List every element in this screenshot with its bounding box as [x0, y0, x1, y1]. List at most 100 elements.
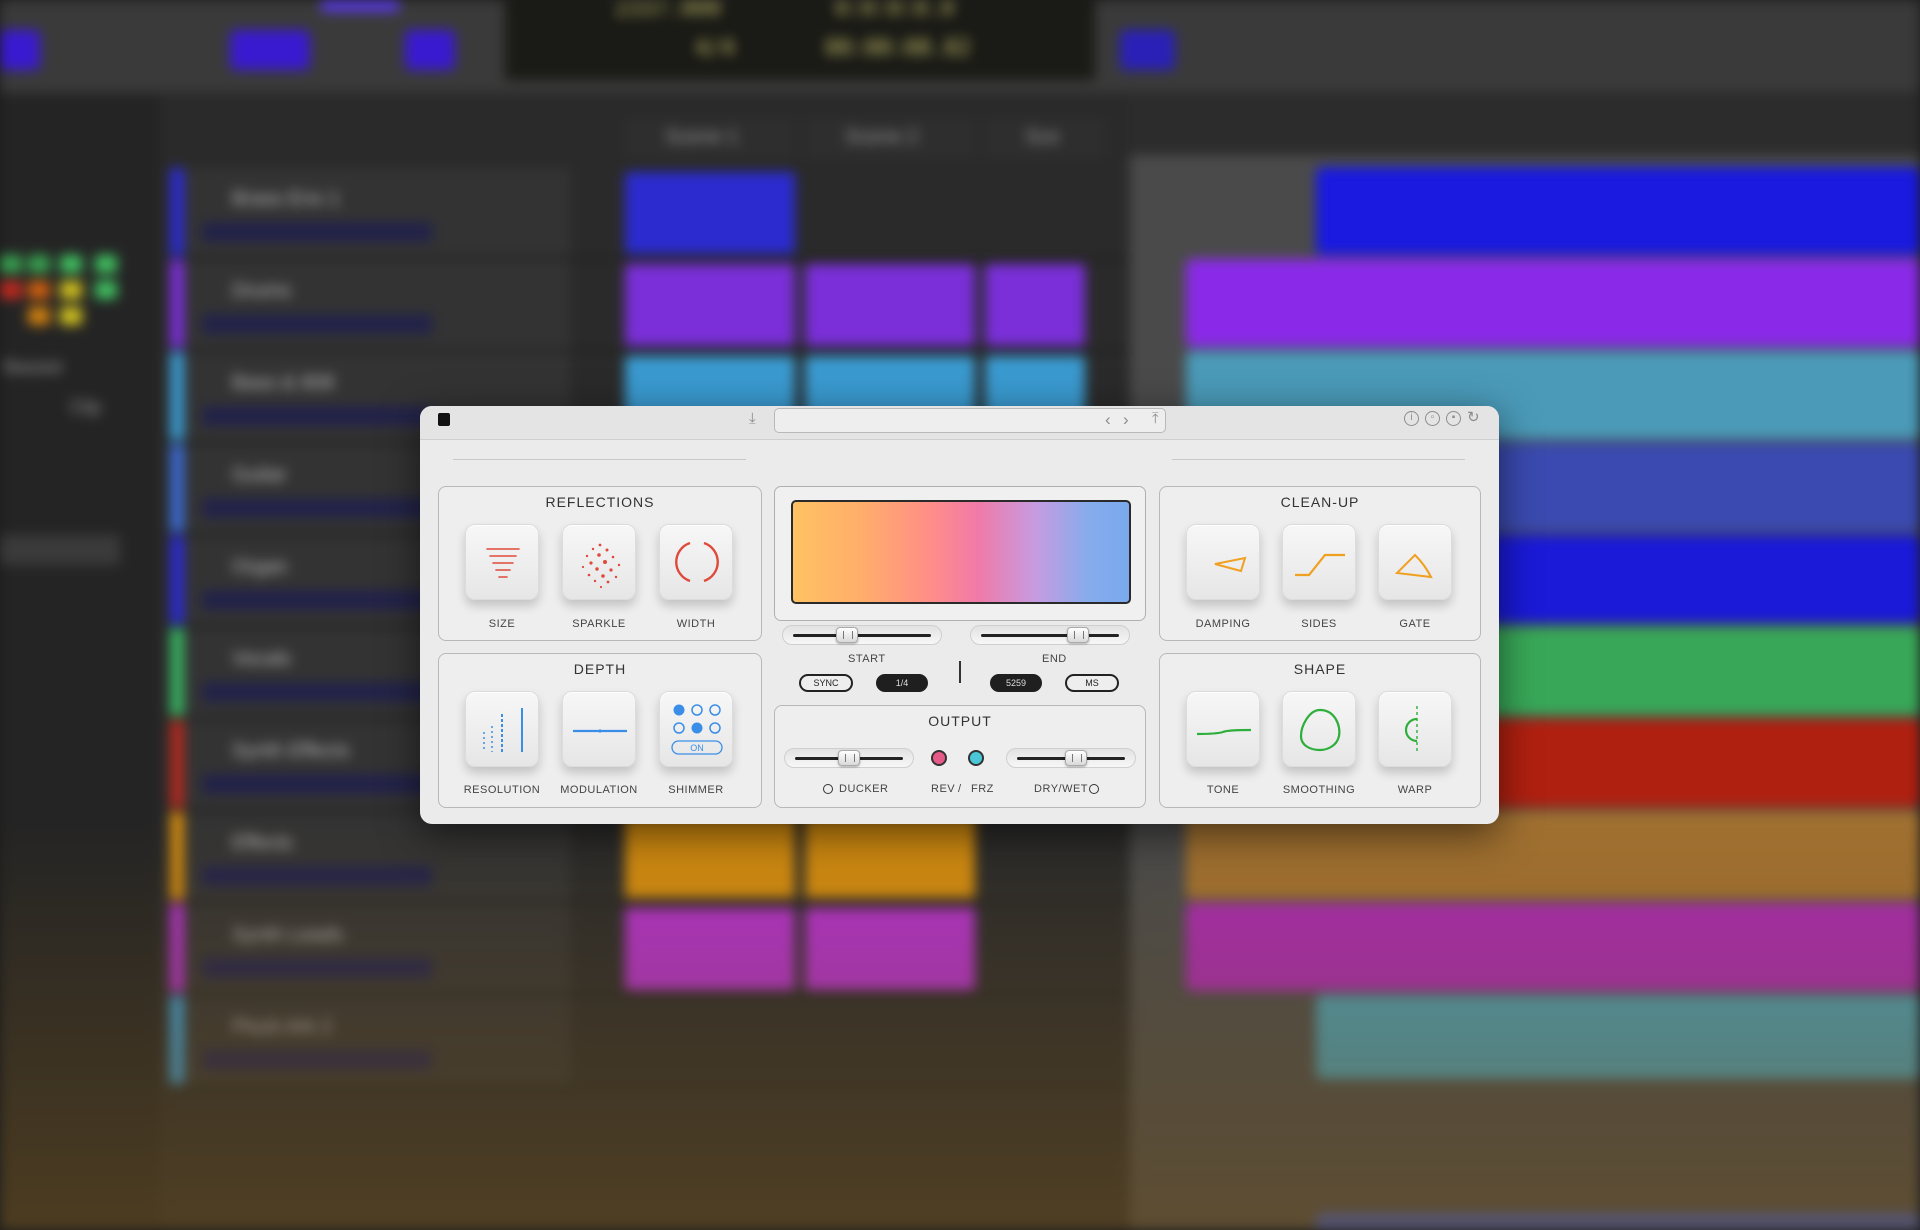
close-icon[interactable] [438, 413, 450, 426]
size-button[interactable] [465, 524, 539, 600]
browser-row[interactable] [0, 535, 120, 565]
sparkle-dot [599, 585, 603, 589]
panel-title: CLEAN-UP [1280, 494, 1360, 510]
size-label: SIZE [488, 618, 516, 630]
start-slider[interactable] [782, 625, 942, 645]
color-swatch[interactable] [60, 307, 82, 325]
ducker-slider-thumb[interactable] [838, 750, 860, 766]
resolution-lines-icon [483, 708, 523, 752]
shimmer-dots-icon: ON [671, 704, 723, 755]
daw-toolbar-button[interactable] [1120, 30, 1175, 70]
daw-toolbar-button[interactable] [405, 30, 455, 70]
color-swatch[interactable] [28, 281, 50, 299]
sync-button[interactable]: SYNC [799, 674, 853, 692]
chevron-left-icon[interactable]: ‹ [1105, 411, 1111, 429]
rev-indicator[interactable] [931, 750, 947, 766]
track-meter [202, 590, 432, 610]
session-clip[interactable] [625, 264, 795, 346]
preset-selector[interactable]: ‹ › [774, 408, 1166, 433]
sparkle-label: SPARKLE [572, 618, 626, 630]
width-brackets-icon [675, 541, 719, 583]
end-slider-thumb[interactable] [1067, 627, 1089, 643]
gate-shape-icon [1394, 553, 1433, 579]
sparkle-dot [611, 555, 615, 559]
lcd-signature: 4/4 [695, 36, 735, 61]
info-icon[interactable]: i [1404, 411, 1419, 426]
shimmer-on-badge: ON [690, 743, 704, 753]
session-clip[interactable] [985, 264, 1085, 346]
drywet-label: DRY/WET [1034, 783, 1089, 795]
color-swatch[interactable] [95, 281, 117, 299]
track-name: Vocals [232, 648, 291, 670]
depth-panel: DEPTH ON RESOLUTION MODULATION SHIMMER [438, 653, 762, 808]
download-icon[interactable]: ⤓ [749, 410, 756, 428]
side-label: Bassist [4, 357, 63, 377]
warp-button[interactable] [1378, 691, 1452, 767]
session-clip[interactable] [625, 172, 795, 254]
plugin-titlebar: ⤓ ‹ › ⤒ i ▫ ▪ ↻ [420, 406, 1499, 440]
drywet-slider-thumb[interactable] [1065, 750, 1087, 766]
scene-header[interactable]: Scene 1 [625, 118, 795, 158]
ms-value-display[interactable]: 5259 [990, 674, 1042, 692]
sides-label: SIDES [1301, 618, 1337, 630]
daw-toolbar-button[interactable] [320, 0, 400, 12]
start-label: START [848, 653, 886, 665]
damping-button[interactable] [1186, 524, 1260, 600]
copy-icon[interactable]: ▫ [1425, 411, 1440, 426]
reset-icon[interactable]: ↻ [1467, 409, 1480, 427]
scene-header[interactable]: Scene 2 [805, 118, 975, 158]
shimmer-button[interactable]: ON [659, 691, 733, 767]
color-swatch[interactable] [60, 281, 82, 299]
sparkle-dot [598, 543, 602, 547]
gate-button[interactable] [1378, 524, 1452, 600]
track-header[interactable]: Drums [170, 260, 570, 348]
color-swatch[interactable] [28, 255, 50, 273]
color-swatch[interactable] [0, 255, 22, 273]
width-label: WIDTH [676, 618, 716, 630]
daw-toolbar-button[interactable] [0, 30, 40, 70]
chevron-right-icon[interactable]: › [1123, 411, 1129, 429]
drywet-slider[interactable] [1006, 748, 1136, 768]
end-slider[interactable] [970, 625, 1130, 645]
track-color-strip [170, 444, 184, 532]
start-slider-thumb[interactable] [836, 627, 858, 643]
panel-title: DEPTH [573, 661, 627, 677]
side-label: Clip [70, 397, 102, 417]
daw-toolbar-button[interactable] [230, 30, 310, 70]
upload-icon[interactable]: ⤒ [1152, 410, 1159, 428]
color-swatch[interactable] [60, 255, 82, 273]
save-icon[interactable]: ▪ [1446, 411, 1461, 426]
track-meter [202, 498, 432, 518]
track-header[interactable]: Brass Ens 1 [170, 168, 570, 256]
ms-button[interactable]: MS [1065, 674, 1119, 692]
track-color-strip [170, 352, 184, 440]
lcd-time: 00:00:08.82 [825, 36, 971, 61]
tone-button[interactable] [1186, 691, 1260, 767]
end-label: END [1042, 653, 1067, 665]
ducker-slider[interactable] [784, 748, 914, 768]
drywet-radio[interactable] [1089, 784, 1099, 794]
arrangement-region[interactable] [1316, 167, 1920, 255]
smoothing-button[interactable] [1282, 691, 1356, 767]
color-swatch[interactable] [95, 255, 117, 273]
sparkle-dot [601, 574, 605, 578]
sides-curve-icon [1295, 553, 1345, 577]
lcd-position: 0:0:0:0.0 [835, 0, 955, 21]
division-button[interactable]: 1/4 [876, 674, 928, 692]
sparkle-button[interactable] [562, 524, 636, 600]
modulation-button[interactable] [562, 691, 636, 767]
color-swatch[interactable] [0, 281, 22, 299]
damping-label: DAMPING [1195, 618, 1251, 630]
ducker-radio[interactable] [823, 784, 833, 794]
width-button[interactable] [659, 524, 733, 600]
ducker-label: DUCKER [839, 783, 889, 795]
frz-indicator[interactable] [968, 750, 984, 766]
color-swatch[interactable] [28, 307, 50, 325]
sides-button[interactable] [1282, 524, 1356, 600]
scene-header[interactable]: Sce [985, 118, 1105, 158]
smoothing-label: SMOOTHING [1282, 784, 1356, 796]
resolution-button[interactable] [465, 691, 539, 767]
arrangement-region[interactable] [1186, 259, 1920, 347]
session-clip[interactable] [805, 264, 975, 346]
resolution-label: RESOLUTION [463, 784, 541, 796]
